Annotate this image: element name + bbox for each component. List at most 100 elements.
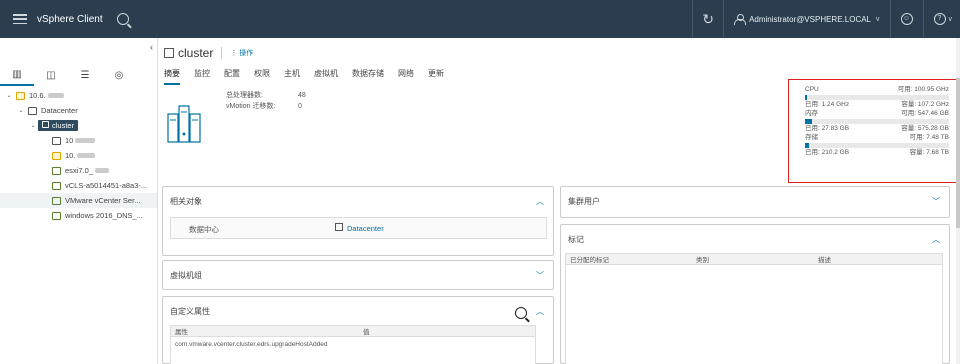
info-row: 总处理器数: 48 [226,90,306,101]
main-scrollbar[interactable] [956,38,960,364]
tree-node-label-selected: cluster [38,120,79,131]
hosts-clusters-tab-icon[interactable]: ▥ [0,64,34,86]
vm-icon [52,211,61,220]
memory-usage: 内存 可用: 547.46 GB 已用: 27.83 GB 容量: 575.28 G… [805,110,949,133]
refresh-icon[interactable]: ↻ [693,11,723,28]
expand-icon[interactable]: ⌄ [28,122,38,129]
tab-permissions[interactable]: 权限 [254,68,270,85]
expand-icon[interactable]: ⌄ [16,107,26,114]
tab-vms[interactable]: 虚拟机 [314,68,338,85]
panel-title: 相关对象 [170,197,202,206]
tree-node-vcenter[interactable]: ⌄ 10.6. [0,88,157,103]
inventory-tree: ⌄ 10.6. ⌄ Datacenter ⌄ cluster 10 10. es… [0,88,157,223]
host-icon [52,136,61,145]
panel-title: 集群用户 [568,197,600,206]
navigator-panel: ‹ ▥ ◫ ☰ ◎ ⌄ 10.6. ⌄ Datacenter ⌄ cluster… [0,38,158,364]
cluster-info: 总处理器数: 48 vMotion 迁移数: 0 [226,90,306,112]
column-header[interactable]: 类别 [692,254,814,264]
tree-node-label: 10.6. [29,91,46,100]
chevron-up-icon[interactable]: ︿ [536,306,544,317]
column-header[interactable]: 属性 [171,326,359,336]
tree-node-vm[interactable]: esxi7.0_ [0,163,157,178]
tab-updates[interactable]: 更新 [428,68,444,85]
chevron-down-icon[interactable]: ﹀ [932,196,940,207]
resource-free: 可用: 100.95 GHz [897,86,949,93]
collapse-panel-icon[interactable]: ‹ [150,42,153,52]
object-header: cluster ⋮ 操作 [164,46,253,60]
cluster-icon [164,48,174,58]
resource-label: 内存 [805,110,818,117]
zoom-in-icon[interactable] [515,307,527,319]
datacenter-icon [335,223,343,231]
vcenter-icon [16,91,25,100]
column-header[interactable]: 已分配的标记 [566,254,692,264]
resource-capacity: 容量: 107.2 GHz [901,101,949,108]
app-title[interactable]: vSphere Client [37,14,103,25]
resource-free: 可用: 7.48 TB [909,134,949,141]
user-menu[interactable]: Administrator@VSPHERE.LOCAL v [724,13,889,25]
tree-node-label: windows 2016_DNS_... [65,211,143,220]
divider [221,47,223,59]
cpu-usage-bar [805,95,949,100]
redacted-text [77,153,96,158]
redacted-text [75,138,96,143]
tree-node-label: Datacenter [41,106,78,115]
tree-node-text: cluster [52,121,75,130]
feedback-smiley-icon[interactable]: ☺ [900,13,913,25]
tree-node-label: VMware vCenter Ser... [65,196,141,205]
tab-hosts[interactable]: 主机 [284,68,300,85]
scrollbar-thumb[interactable] [956,78,960,228]
expand-icon[interactable]: ⌄ [4,92,14,99]
column-header[interactable]: 描述 [814,254,831,264]
tags-panel: 标记 ︿ 已分配的标记 类别 描述 [560,224,950,364]
tree-node-datacenter[interactable]: ⌄ Datacenter [0,103,157,118]
table-row: com.vmware.vcenter.cluster.edrs.upgradeH… [175,341,328,348]
tree-node-label: vCLS-a5014451-a8a3-... [65,181,148,190]
info-key: vMotion 迁移数: [226,103,276,110]
datacenter-link[interactable]: Datacenter [347,224,384,233]
tree-node-host[interactable]: 10 [0,133,157,148]
tree-node-host[interactable]: 10. [0,148,157,163]
tab-monitor[interactable]: 监控 [194,68,210,85]
networking-tab-icon[interactable]: ◎ [102,64,136,86]
chevron-up-icon[interactable]: ︿ [536,196,544,207]
resource-used: 已用: 27.83 GB [805,125,850,132]
info-value: 0 [298,103,302,110]
tab-datastores[interactable]: 数据存储 [352,68,384,85]
table-header: 属性 值 [171,326,535,337]
cluster-icon [42,121,49,128]
tab-networks[interactable]: 网络 [398,68,414,85]
actions-menu[interactable]: ⋮ 操作 [230,48,253,58]
tree-node-label: 10 [65,136,74,145]
tree-node-vm[interactable]: VMware vCenter Ser... [0,193,157,208]
resource-label: 存储 [805,134,818,141]
tree-node-cluster[interactable]: ⌄ cluster [0,118,157,133]
tab-configure[interactable]: 配置 [224,68,240,85]
chevron-down-icon[interactable]: ﹀ [536,270,544,281]
help-menu[interactable]: ? v [924,13,960,25]
custom-attributes-panel: 自定义属性 ︿ 属性 值 com.vmware.vcenter.cluster.… [162,296,554,364]
tree-node-vm[interactable]: vCLS-a5014451-a8a3-... [0,178,157,193]
divider [889,0,891,38]
user-name: Administrator@VSPHERE.LOCAL [749,14,871,24]
actions-label: 操作 [239,50,254,57]
chevron-down-icon: v [948,15,953,23]
column-header[interactable]: 值 [359,326,370,336]
related-objects-panel: 相关对象 ︿ 数据中心 Datacenter [162,186,554,256]
navigator-tabs: ▥ ◫ ☰ ◎ [0,64,157,86]
search-icon[interactable] [116,13,129,25]
tree-node-vm[interactable]: windows 2016_DNS_... [0,208,157,223]
menu-icon[interactable] [13,14,27,24]
chevron-up-icon[interactable]: ︿ [932,234,940,245]
storage-tab-icon[interactable]: ☰ [68,64,102,86]
info-value: 48 [298,92,306,99]
tags-table: 已分配的标记 类别 描述 [565,253,943,364]
cpu-usage: CPU 可用: 100.95 GHz 已用: 1.24 GHz 容量: 107.2 … [805,86,949,109]
storage-usage-bar [805,143,949,148]
host-warning-icon [52,151,61,160]
help-icon: ? [933,13,946,25]
main-content: cluster ⋮ 操作 摘要 监控 配置 权限 主机 虚拟机 数据存储 网络 … [158,38,960,364]
tab-summary[interactable]: 摘要 [164,68,180,85]
vms-templates-tab-icon[interactable]: ◫ [34,64,68,86]
info-row: vMotion 迁移数: 0 [226,101,306,112]
